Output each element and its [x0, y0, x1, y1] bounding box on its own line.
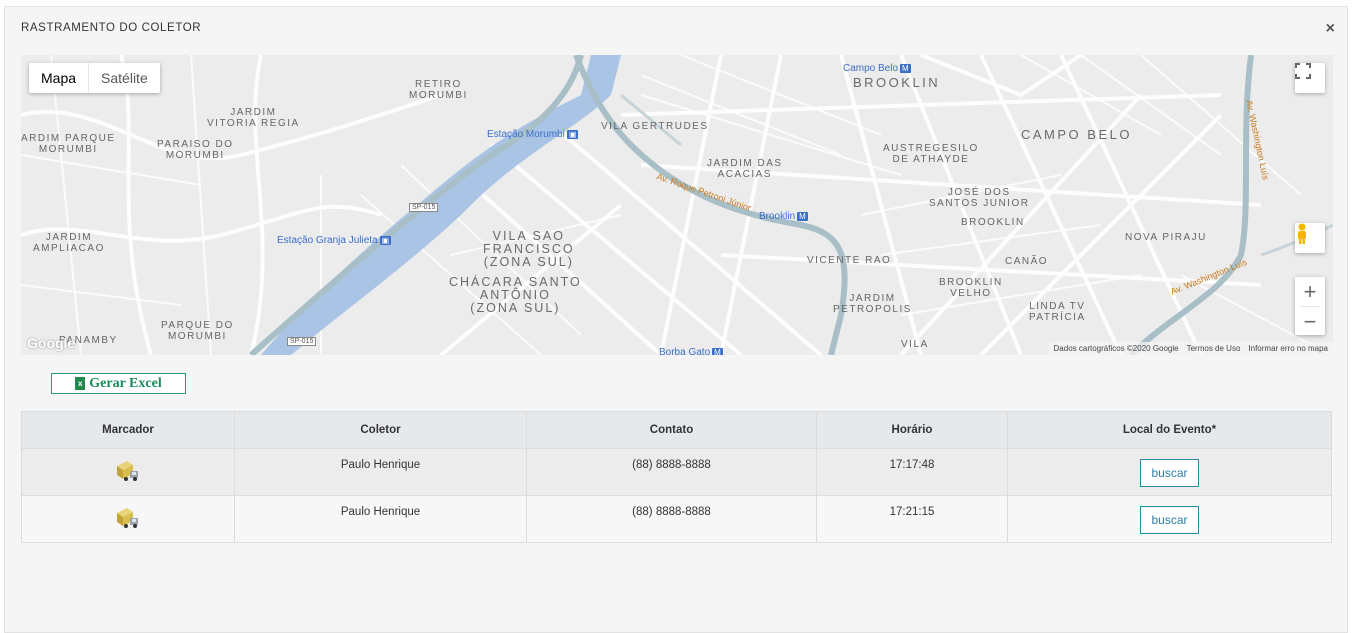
- map-label-linda-tv: LINDA TV PATRÍCIA: [1029, 301, 1086, 323]
- marker-cell: [21, 495, 235, 543]
- zoom-control: + −: [1295, 277, 1325, 335]
- map-label-brooklin: BROOKLIN: [853, 75, 941, 90]
- modal-title: RASTRAMENTO DO COLETOR: [21, 22, 202, 34]
- metro-icon: M: [712, 348, 723, 355]
- marker-cell: [21, 448, 235, 496]
- map-label-paraiso: PARAISO DO MORUMBI: [157, 139, 234, 161]
- google-logo: Google: [27, 335, 76, 351]
- map-label-jardim-petropolis: JARDIM PETROPOLIS: [833, 293, 912, 315]
- local-cell: buscar: [1007, 495, 1332, 543]
- map-label-austregesilo: AUSTREGESILO DE ATHAYDE: [883, 143, 979, 165]
- header-horario: Horário: [816, 411, 1008, 449]
- table-header-row: Marcador Coletor Contato Horário Local d…: [21, 411, 1332, 449]
- map-label-jose-dos-santos: JOSÉ DOS SANTOS JUNIOR: [929, 187, 1030, 209]
- header-contato: Contato: [526, 411, 817, 449]
- table-row: Paulo Henrique (88) 8888-8888 17:17:48 b…: [21, 448, 1332, 496]
- station-campo-belo: Campo Belo M: [843, 63, 911, 74]
- header-coletor: Coletor: [234, 411, 527, 449]
- map-label-canao: CANÃO: [1005, 256, 1049, 267]
- report-error-link[interactable]: Informar erro no mapa: [1248, 344, 1328, 353]
- zoom-out-button[interactable]: −: [1295, 307, 1325, 336]
- metro-icon: M: [797, 212, 808, 221]
- local-cell: buscar: [1007, 448, 1332, 496]
- map-label-vila-sao-francisco: VILA SAO FRANCISCO (ZONA SUL): [483, 229, 575, 269]
- map-canvas: [21, 55, 1333, 355]
- station-morumbi: Estação Morumbi ▣: [487, 129, 579, 140]
- tracking-modal: RASTRAMENTO DO COLETOR × RETIRO MORUMBI …: [4, 6, 1348, 633]
- map-label-vicente-rao: VICENTE RAO: [807, 255, 892, 266]
- horario-cell: 17:21:15: [816, 495, 1008, 543]
- map-label-brooklin-velho: BROOKLIN VELHO: [939, 277, 1003, 299]
- road-sp015-shield: SP-015: [409, 203, 439, 212]
- excel-icon: x: [75, 377, 86, 390]
- buscar-button[interactable]: buscar: [1140, 506, 1199, 534]
- map-label-nova-piraju: NOVA PIRAJU: [1125, 232, 1207, 243]
- tracking-table: Marcador Coletor Contato Horário Local d…: [21, 411, 1332, 543]
- road-sp015-shield-2: SP-015: [287, 337, 317, 346]
- train-icon: ▣: [379, 236, 392, 245]
- close-icon[interactable]: ×: [1326, 20, 1335, 38]
- station-borba-gato: Borba Gato M: [659, 347, 723, 355]
- zoom-in-button[interactable]: +: [1295, 277, 1325, 306]
- map-label-jardim-parque: ARDIM PARQUE MORUMBI: [21, 133, 116, 155]
- map-label-vila-gertrudes: VILA GERTRUDES: [601, 121, 709, 132]
- map-label-retiro-morumbi: RETIRO MORUMBI: [409, 79, 468, 101]
- map-label-jardim-vitoria: JARDIM VITORIA REGIA: [207, 107, 300, 129]
- truck-marker-icon[interactable]: [115, 457, 141, 483]
- buscar-button[interactable]: buscar: [1140, 459, 1199, 487]
- map-label-parque-morumbi: PARQUE DO MORUMBI: [161, 320, 234, 342]
- map-label-campo-belo: CAMPO BELO: [1021, 127, 1132, 142]
- table-row: Paulo Henrique (88) 8888-8888 17:21:15 b…: [21, 495, 1332, 543]
- generate-excel-label: Gerar Excel: [89, 375, 162, 391]
- truck-marker-icon[interactable]: [115, 504, 141, 530]
- header-marcador: Marcador: [21, 411, 235, 449]
- map-type-satellite-button[interactable]: Satélite: [88, 63, 160, 93]
- street-view-pegman-icon[interactable]: [1295, 223, 1325, 253]
- terms-link[interactable]: Termos de Uso: [1187, 344, 1241, 353]
- map-data-credit: Dados cartográficos ©2020 Google: [1053, 344, 1179, 353]
- map-label-chacara: CHÁCARA SANTO ANTÔNIO (ZONA SUL): [449, 275, 582, 315]
- contato-cell: (88) 8888-8888: [526, 448, 817, 496]
- metro-icon: M: [900, 64, 911, 73]
- station-brooklin: Brooklin M: [759, 211, 808, 222]
- train-icon: ▣: [566, 130, 579, 139]
- coletor-cell: Paulo Henrique: [234, 495, 527, 543]
- map-label-jardim-acacias: JARDIM DAS ACACIAS: [707, 158, 783, 180]
- map-label-brooklin-2: BROOKLIN: [961, 217, 1025, 228]
- map-attribution: Dados cartográficos ©2020 Google Termos …: [1048, 342, 1333, 355]
- contato-cell: (88) 8888-8888: [526, 495, 817, 543]
- coletor-cell: Paulo Henrique: [234, 448, 527, 496]
- map-label-jardim-ampliacao: JARDIM AMPLIACAO: [33, 232, 105, 254]
- map-type-map-button[interactable]: Mapa: [29, 63, 88, 93]
- fullscreen-icon[interactable]: [1295, 63, 1325, 93]
- station-granja-julieta: Estação Granja Julieta ▣: [277, 235, 392, 246]
- header-local-evento: Local do Evento*: [1007, 411, 1332, 449]
- generate-excel-button[interactable]: x Gerar Excel: [51, 373, 186, 394]
- map-label-vila: VILA: [901, 339, 929, 350]
- map[interactable]: RETIRO MORUMBI JARDIM VITORIA REGIA ARDI…: [21, 55, 1333, 355]
- map-type-control: Mapa Satélite: [29, 63, 160, 93]
- horario-cell: 17:17:48: [816, 448, 1008, 496]
